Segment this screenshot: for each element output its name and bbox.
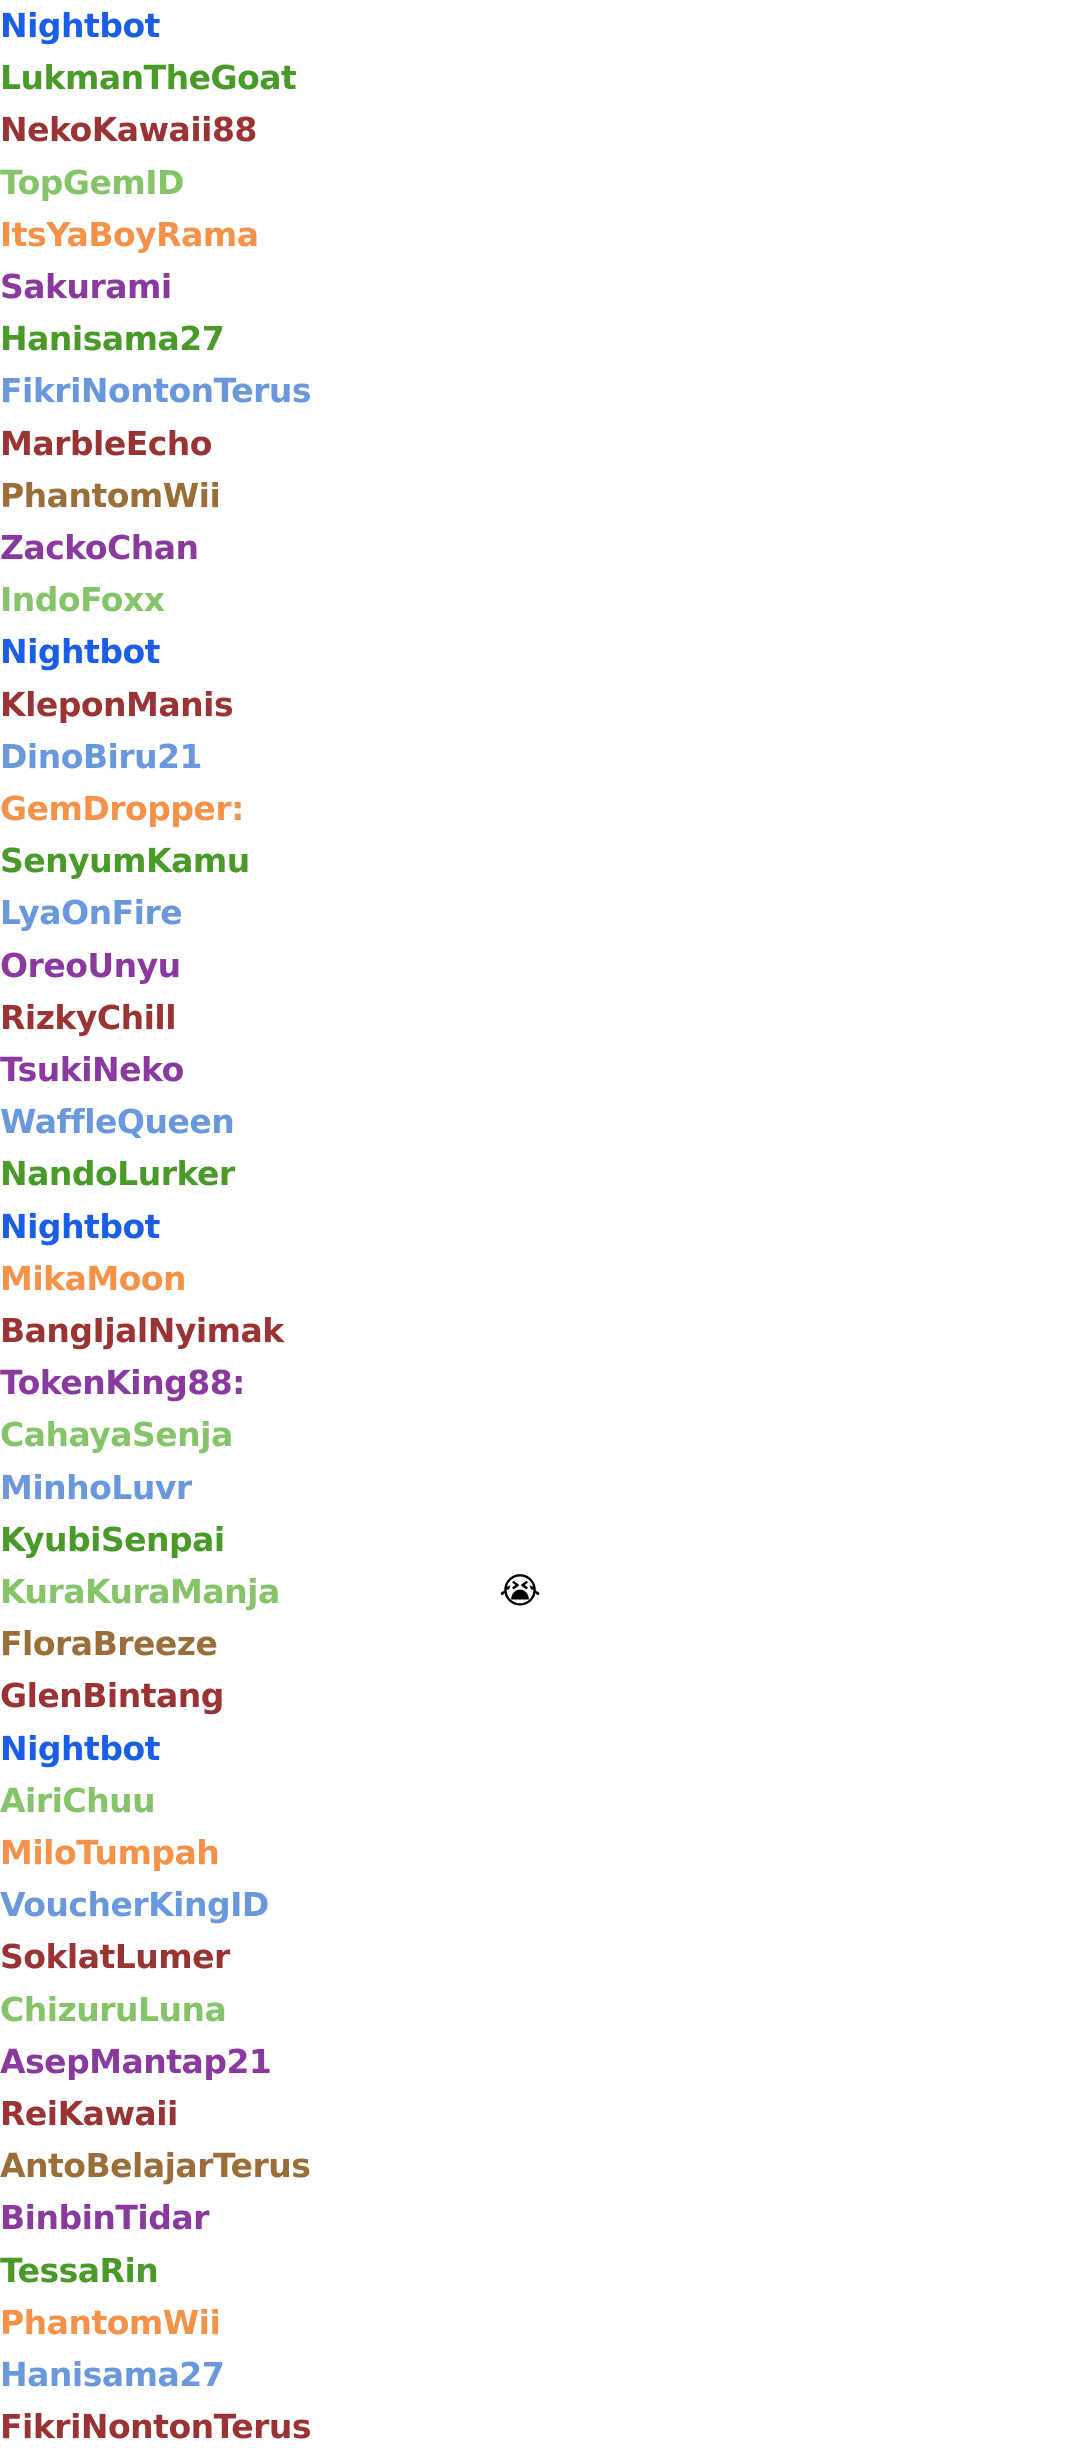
chat-row: KuraKuraManja 😭 (0, 1566, 600, 1618)
chat-username[interactable]: Sakurami (0, 261, 172, 313)
chat-username[interactable]: GlenBintang (0, 1670, 224, 1722)
chat-row: LyaOnFire (0, 887, 600, 939)
chat-username[interactable]: IndoFoxx (0, 574, 165, 626)
chat-username[interactable]: MiloTumpah (0, 1827, 220, 1879)
chat-row: CahayaSenja (0, 1409, 600, 1461)
chat-row: RizkyChill (0, 992, 600, 1044)
chat-username[interactable]: KyubiSenpai (0, 1514, 225, 1566)
chat-row: FikriNontonTerus (0, 365, 600, 417)
chat-username[interactable]: Nightbot (0, 1723, 160, 1775)
chat-username[interactable]: ReiKawaii (0, 2088, 178, 2140)
chat-username[interactable]: Hanisama27 (0, 2349, 225, 2401)
chat-row: GlenBintang (0, 1670, 600, 1722)
chat-row: TessaRin (0, 2245, 600, 2297)
chat-row: FikriNontonTerus (0, 2401, 600, 2450)
chat-row: NekoKawaii88 (0, 104, 600, 156)
chat-username[interactable]: RizkyChill (0, 992, 177, 1044)
chat-username[interactable]: Nightbot (0, 1201, 160, 1253)
chat-row: LukmanTheGoat (0, 52, 600, 104)
chat-username[interactable]: FikriNontonTerus (0, 2401, 312, 2450)
loudly-crying-face-icon: 😭 (498, 1571, 542, 1612)
chat-username[interactable]: LyaOnFire (0, 887, 183, 939)
chat-username[interactable]: BinbinTidar (0, 2192, 209, 2244)
chat-username[interactable]: GemDropper: (0, 783, 244, 835)
chat-row: KleponManis (0, 679, 600, 731)
chat-username[interactable]: SoklatLumer (0, 1931, 230, 1983)
chat-username[interactable]: TopGemID (0, 157, 184, 209)
chat-username[interactable]: FikriNontonTerus (0, 365, 312, 417)
chat-username[interactable]: ZackoChan (0, 522, 199, 574)
chat-username[interactable]: PhantomWii (0, 2297, 221, 2349)
chat-row: ChizuruLuna (0, 1984, 600, 2036)
chat-row: Hanisama27 (0, 2349, 600, 2401)
chat-row: AsepMantap21 (0, 2036, 600, 2088)
chat-row: TopGemID (0, 157, 600, 209)
chat-row: OreoUnyu (0, 940, 600, 992)
chat-row: TokenKing88: (0, 1357, 600, 1409)
chat-row: GemDropper: (0, 783, 600, 835)
chat-row: ReiKawaii (0, 2088, 600, 2140)
chat-username[interactable]: KuraKuraManja (0, 1566, 280, 1618)
chat-username[interactable]: VoucherKingID (0, 1879, 269, 1931)
chat-row: WaffleQueen (0, 1096, 600, 1148)
chat-list: Nightbot LukmanTheGoat NekoKawaii88 TopGemI… (0, 0, 1080, 2450)
chat-row: MarbleEcho (0, 418, 600, 470)
chat-username[interactable]: BangIjalNyimak (0, 1305, 284, 1357)
chat-row: AntoBelajarTerus (0, 2140, 600, 2192)
chat-username[interactable]: MinhoLuvr (0, 1462, 192, 1514)
chat-row: SoklatLumer (0, 1931, 600, 1983)
chat-row: Nightbot (0, 1201, 600, 1253)
chat-username[interactable]: CahayaSenja (0, 1409, 233, 1461)
chat-username[interactable]: WaffleQueen (0, 1096, 235, 1148)
chat-username[interactable]: TokenKing88: (0, 1357, 245, 1409)
chat-row: ItsYaBoyRama (0, 209, 600, 261)
chat-username[interactable]: SenyumKamu (0, 835, 250, 887)
chat-row: AiriChuu (0, 1775, 600, 1827)
chat-row: DinoBiru21 (0, 731, 600, 783)
chat-row: ZackoChan (0, 522, 600, 574)
chat-username[interactable]: TsukiNeko (0, 1044, 184, 1096)
chat-row: BinbinTidar (0, 2192, 600, 2244)
chat-username[interactable]: Hanisama27 (0, 313, 225, 365)
chat-row: VoucherKingID (0, 1879, 600, 1931)
chat-username[interactable]: Nightbot (0, 626, 160, 678)
chat-row: Nightbot (0, 626, 600, 678)
chat-row: NandoLurker (0, 1148, 600, 1200)
chat-username[interactable]: DinoBiru21 (0, 731, 203, 783)
chat-row: Nightbot (0, 1723, 600, 1775)
chat-username[interactable]: AiriChuu (0, 1775, 156, 1827)
chat-username[interactable]: MikaMoon (0, 1253, 187, 1305)
chat-username[interactable]: ChizuruLuna (0, 1984, 227, 2036)
chat-row: MinhoLuvr (0, 1462, 600, 1514)
chat-username[interactable]: NandoLurker (0, 1148, 235, 1200)
chat-username[interactable]: NekoKawaii88 (0, 104, 257, 156)
chat-row: PhantomWii (0, 470, 600, 522)
chat-row: TsukiNeko (0, 1044, 600, 1096)
chat-row: PhantomWii (0, 2297, 600, 2349)
chat-row: MikaMoon (0, 1253, 600, 1305)
chat-username[interactable]: FloraBreeze (0, 1618, 218, 1670)
chat-username[interactable]: LukmanTheGoat (0, 52, 297, 104)
chat-username[interactable]: ItsYaBoyRama (0, 209, 259, 261)
chat-row: FloraBreeze (0, 1618, 600, 1670)
chat-username[interactable]: Nightbot (0, 0, 160, 52)
chat-row: SenyumKamu (0, 835, 600, 887)
chat-username[interactable]: AntoBelajarTerus (0, 2140, 311, 2192)
chat-username[interactable]: AsepMantap21 (0, 2036, 272, 2088)
chat-row: IndoFoxx (0, 574, 600, 626)
chat-row: Hanisama27 (0, 313, 600, 365)
chat-row: KyubiSenpai (0, 1514, 600, 1566)
chat-username[interactable]: MarbleEcho (0, 418, 212, 470)
chat-username[interactable]: OreoUnyu (0, 940, 181, 992)
chat-username[interactable]: KleponManis (0, 679, 234, 731)
chat-username[interactable]: PhantomWii (0, 470, 221, 522)
chat-row: Sakurami (0, 261, 600, 313)
chat-row: MiloTumpah (0, 1827, 600, 1879)
chat-username[interactable]: TessaRin (0, 2245, 159, 2297)
chat-row: Nightbot (0, 0, 600, 52)
chat-row: BangIjalNyimak (0, 1305, 600, 1357)
